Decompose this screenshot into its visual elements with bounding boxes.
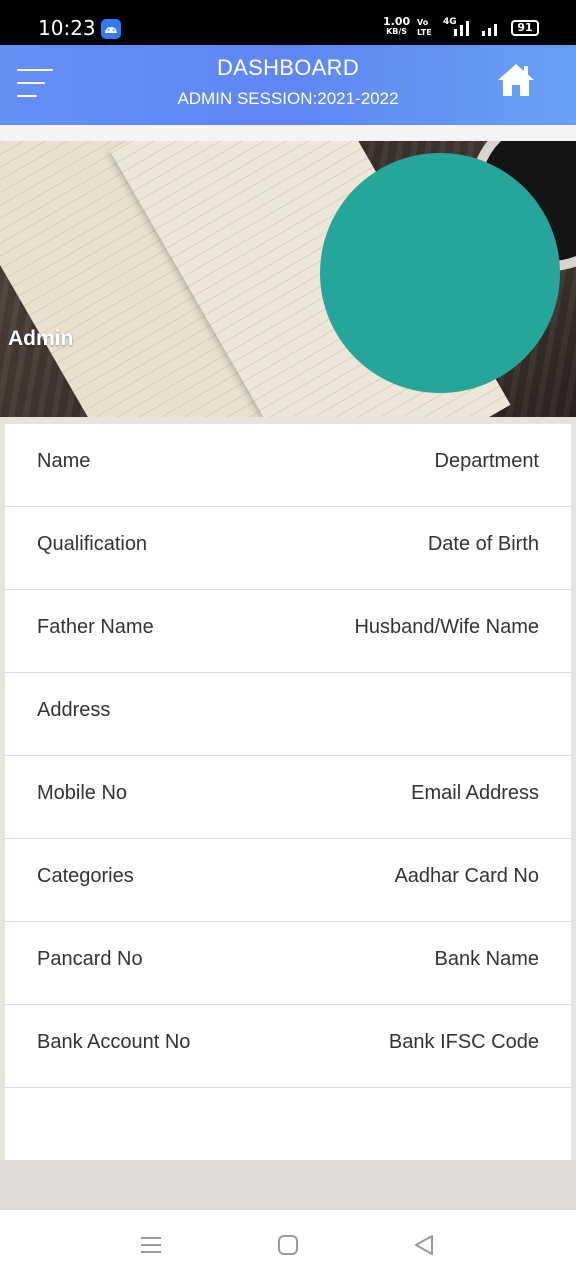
detail-label: Pancard No [37, 948, 143, 970]
detail-label: Qualification [37, 533, 148, 555]
detail-row-father-name: Father Name Husband/Wife Name [5, 590, 571, 673]
app-header: DASHBOARD ADMIN SESSION:2021-2022 [0, 45, 576, 125]
detail-row-bank-account: Bank Account No Bank IFSC Code [5, 1005, 571, 1088]
background-fill [0, 1160, 576, 1210]
signal-icon-2 [482, 24, 497, 36]
status-time: 10:23 [38, 16, 96, 40]
detail-label: Bank Name [434, 948, 540, 970]
detail-label: Aadhar Card No [394, 865, 539, 887]
detail-label: Email Address [411, 782, 539, 804]
battery-icon: 91 [511, 20, 539, 36]
back-icon[interactable] [413, 1234, 435, 1256]
header-divider [0, 125, 576, 141]
detail-label: Name [37, 450, 91, 472]
recents-icon[interactable] [140, 1234, 162, 1256]
detail-row-categories: Categories Aadhar Card No [5, 839, 571, 922]
detail-row-pancard: Pancard No Bank Name [5, 922, 571, 1005]
detail-row-name: Name Department [5, 424, 571, 507]
home-circle-icon[interactable] [277, 1234, 299, 1256]
profile-name: Admin [8, 327, 74, 350]
detail-label: Bank IFSC Code [388, 1031, 539, 1053]
android-icon [101, 19, 121, 39]
detail-row-address: Address [5, 673, 571, 756]
volte-indicator: Vo LTE [417, 18, 432, 37]
detail-label: Department [434, 450, 540, 472]
profile-details-card: Name Department Qualification Date of Bi… [5, 424, 571, 1160]
detail-label: Address [37, 699, 111, 721]
avatar[interactable] [320, 153, 560, 393]
home-icon[interactable] [496, 61, 536, 99]
status-bar: 10:23 1.00 KB/S Vo LTE 4G 91 [0, 0, 576, 45]
detail-label: Mobile No [37, 782, 128, 804]
detail-label: Categories [37, 865, 134, 887]
page-title: DASHBOARD [216, 55, 360, 80]
detail-label: Date of Birth [427, 533, 539, 555]
system-nav-bar [0, 1210, 576, 1280]
detail-row-mobile: Mobile No Email Address [5, 756, 571, 839]
profile-banner: Admin [0, 141, 576, 417]
session-subtitle: ADMIN SESSION:2021-2022 [177, 89, 399, 108]
detail-label: Bank Account No [37, 1031, 191, 1053]
detail-label: Husband/Wife Name [354, 616, 539, 638]
detail-row-qualification: Qualification Date of Birth [5, 507, 571, 590]
detail-label: Father Name [37, 616, 154, 638]
signal-icon [454, 21, 469, 36]
net-speed: 1.00 KB/S [383, 15, 411, 36]
